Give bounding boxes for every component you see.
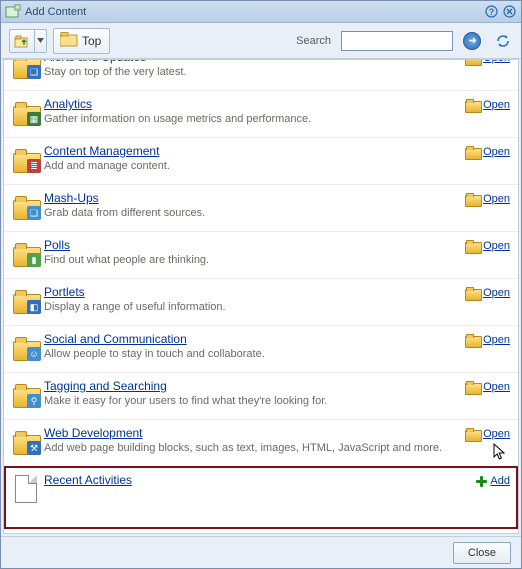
list-item: ☺Social and Communication Allow people to…: [4, 325, 518, 372]
svg-text:?: ?: [488, 7, 494, 17]
content-list[interactable]: ❑Alerts and Updates Stay on top of the ve…: [3, 59, 519, 534]
nav-up-button[interactable]: [9, 29, 35, 53]
category-folder-icon: ⚲: [12, 379, 44, 409]
open-link[interactable]: Open: [465, 334, 510, 346]
list-item-description: Make it easy for your users to find what…: [44, 395, 457, 407]
open-link[interactable]: Open: [465, 99, 510, 111]
category-folder-icon: ⚒: [12, 426, 44, 456]
plus-icon: [475, 475, 487, 487]
open-link[interactable]: Open: [465, 287, 510, 299]
folder-icon: [60, 32, 78, 50]
list-item-description: Gather information on usage metrics and …: [44, 113, 457, 125]
folder-open-icon: [465, 428, 480, 440]
open-link[interactable]: Open: [465, 193, 510, 205]
open-link[interactable]: Open: [465, 146, 510, 158]
list-item: ⚲Tagging and Searching Make it easy for y…: [4, 372, 518, 419]
category-folder-icon: ❑: [12, 59, 44, 80]
list-item-title: Alerts and Updates: [44, 59, 457, 64]
category-folder-icon: ◧: [12, 285, 44, 315]
list-item-text: Content Management Add and manage content…: [44, 144, 465, 174]
list-item: Recent Activities Add: [4, 466, 518, 529]
list-item-description: Find out what people are thinking.: [44, 254, 457, 266]
nav-up-dropdown[interactable]: [35, 29, 47, 53]
category-folder-icon: ▦: [12, 97, 44, 127]
help-button[interactable]: ?: [483, 4, 499, 20]
search-label: Search: [296, 35, 331, 47]
open-link[interactable]: Open: [465, 381, 510, 393]
dialog-title: Add Content: [25, 6, 481, 18]
list-item-title[interactable]: Mash-Ups: [44, 191, 457, 205]
list-item-title[interactable]: Recent Activities: [44, 473, 467, 487]
open-link[interactable]: Open: [465, 240, 510, 252]
open-link[interactable]: Open: [465, 59, 510, 64]
folder-open-icon: [465, 240, 480, 252]
list-item: ❏Mash-Ups Grab data from different source…: [4, 184, 518, 231]
folder-open-icon: [465, 287, 480, 299]
list-item-title[interactable]: Content Management: [44, 144, 457, 158]
list-item: ❑Alerts and Updates Stay on top of the ve…: [4, 59, 518, 90]
dialog-icon: [5, 4, 21, 20]
list-item-title[interactable]: Portlets: [44, 285, 457, 299]
list-item-text: Web Development Add web page building blo…: [44, 426, 465, 456]
list-item-text: Polls Find out what people are thinking.: [44, 238, 465, 268]
list-item-text: Tagging and Searching Make it easy for yo…: [44, 379, 465, 409]
folder-open-icon: [465, 146, 480, 158]
list-item-title[interactable]: Web Development: [44, 426, 457, 440]
up-split-button[interactable]: [9, 29, 47, 53]
list-item-description: Add and manage content.: [44, 160, 457, 172]
list-item: ◧Portlets Display a range of useful infor…: [4, 278, 518, 325]
category-folder-icon: ≣: [12, 144, 44, 174]
list-item-text: Social and Communication Allow people to …: [44, 332, 465, 362]
add-content-dialog: Add Content ? Top Search: [0, 0, 522, 569]
list-item-description: Grab data from different sources.: [44, 207, 457, 219]
list-item-title[interactable]: Polls: [44, 238, 457, 252]
list-item: ≣Content Management Add and manage conten…: [4, 137, 518, 184]
folder-open-icon: [465, 334, 480, 346]
refresh-button[interactable]: [493, 31, 513, 51]
folder-open-icon: [465, 59, 480, 64]
list-item: ▦Analytics Gather information on usage me…: [4, 90, 518, 137]
list-item-text: Mash-Ups Grab data from different sources…: [44, 191, 465, 221]
list-item-description: Add web page building blocks, such as te…: [44, 442, 457, 454]
list-item-description: Allow people to stay in touch and collab…: [44, 348, 457, 360]
list-item: ⚒Web Development Add web page building bl…: [4, 419, 518, 466]
toolbar: Top Search: [1, 23, 521, 59]
add-link[interactable]: Add: [475, 475, 510, 487]
list-item-text: Portlets Display a range of useful inform…: [44, 285, 465, 315]
close-x-button[interactable]: [501, 4, 517, 20]
breadcrumb-top-label: Top: [82, 34, 101, 48]
dialog-footer: Close: [1, 536, 521, 568]
search-input[interactable]: [341, 31, 453, 51]
list-item-title[interactable]: Tagging and Searching: [44, 379, 457, 393]
folder-open-icon: [465, 381, 480, 393]
list-item: ▮Polls Find out what people are thinking.…: [4, 231, 518, 278]
breadcrumb-top[interactable]: Top: [53, 28, 110, 54]
content-area: ❑Alerts and Updates Stay on top of the ve…: [1, 59, 521, 536]
titlebar: Add Content ?: [1, 1, 521, 23]
category-folder-icon: ☺: [12, 332, 44, 362]
document-icon: [12, 473, 44, 503]
list-item-description: Stay on top of the very latest.: [44, 66, 457, 78]
folder-open-icon: [465, 99, 480, 111]
list-item-text: Alerts and Updates Stay on top of the ver…: [44, 59, 465, 80]
category-folder-icon: ❏: [12, 191, 44, 221]
close-button[interactable]: Close: [453, 542, 511, 564]
list-item-text: Recent Activities: [44, 473, 475, 503]
list-item-title[interactable]: Social and Communication: [44, 332, 457, 346]
list-item-description: Display a range of useful information.: [44, 301, 457, 313]
list-item-text: Analytics Gather information on usage met…: [44, 97, 465, 127]
list-item-title[interactable]: Analytics: [44, 97, 457, 111]
search-go-button[interactable]: [463, 32, 481, 50]
folder-open-icon: [465, 193, 480, 205]
open-link[interactable]: Open: [465, 428, 510, 440]
category-folder-icon: ▮: [12, 238, 44, 268]
